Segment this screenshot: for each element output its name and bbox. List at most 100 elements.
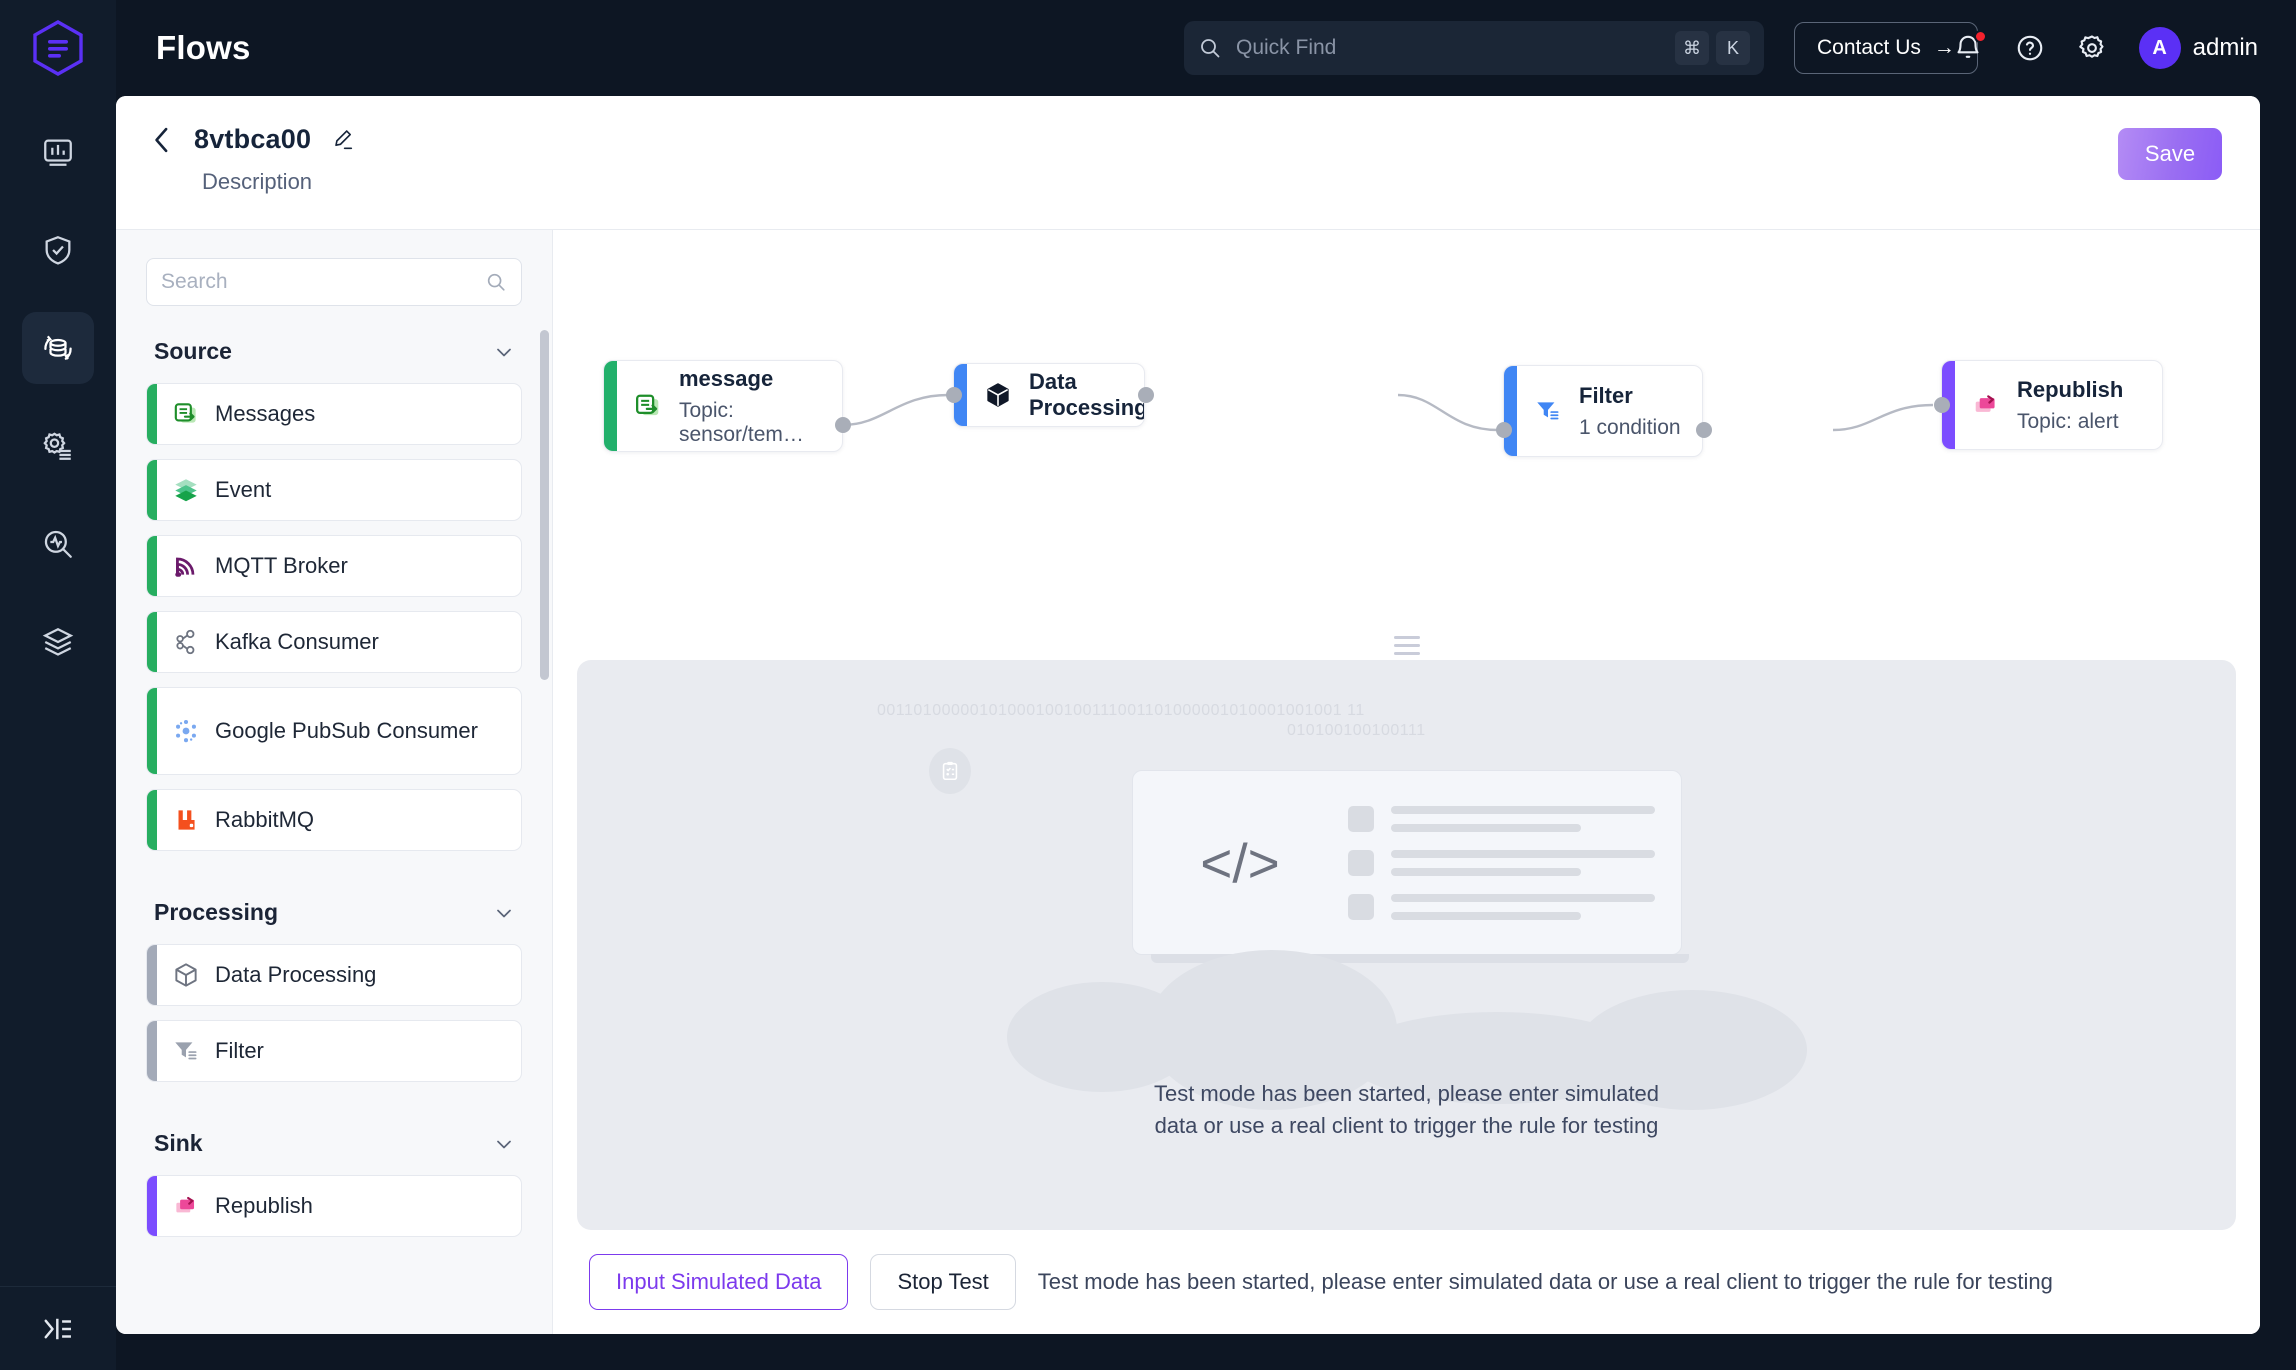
flow-node-data-processing[interactable]: Data Processing bbox=[953, 363, 1145, 427]
node-accent-bar bbox=[604, 361, 617, 451]
quick-find-box[interactable]: ⌘ K bbox=[1184, 21, 1764, 75]
item-accent-bar bbox=[147, 790, 157, 850]
notifications-button[interactable] bbox=[1953, 33, 1983, 63]
flow-node-message[interactable]: message Topic: sensor/tem… bbox=[603, 360, 843, 452]
page-header: 8vtbca00 Description Save bbox=[116, 96, 2260, 229]
user-menu[interactable]: A admin bbox=[2139, 27, 2258, 69]
stop-test-button[interactable]: Stop Test bbox=[870, 1254, 1015, 1310]
input-simulated-data-button[interactable]: Input Simulated Data bbox=[589, 1254, 848, 1310]
palette-item-label: Filter bbox=[215, 1036, 278, 1065]
flow-node-filter[interactable]: Filter 1 condition bbox=[1503, 365, 1703, 457]
test-status-message: Test mode has been started, please enter… bbox=[1038, 1269, 2053, 1295]
node-title: Republish bbox=[2017, 377, 2123, 403]
node-port-out[interactable] bbox=[1696, 422, 1712, 438]
top-bar: Flows ⌘ K Contact Us → bbox=[116, 0, 2296, 96]
test-toolbar: Input Simulated Data Stop Test Test mode… bbox=[553, 1230, 2260, 1334]
shield-check-icon bbox=[41, 233, 75, 267]
filter-blue-icon bbox=[1517, 396, 1579, 426]
palette-item-label: Messages bbox=[215, 399, 329, 428]
section-gap bbox=[146, 1096, 522, 1130]
section-title: Source bbox=[154, 338, 232, 365]
content-card: 8vtbca00 Description Save bbox=[116, 96, 2260, 1334]
save-button[interactable]: Save bbox=[2118, 128, 2222, 180]
rail-item-list bbox=[22, 116, 94, 678]
help-button[interactable] bbox=[2015, 33, 2045, 63]
palette-scrollbar[interactable] bbox=[540, 330, 549, 680]
sidebar-item-flows[interactable] bbox=[22, 312, 94, 384]
edit-name-button[interactable] bbox=[331, 128, 355, 152]
search-icon bbox=[1198, 36, 1222, 60]
node-port-in[interactable] bbox=[946, 387, 962, 403]
search-input[interactable] bbox=[1236, 36, 1668, 60]
sidebar-item-monitor[interactable] bbox=[22, 508, 94, 580]
node-palette: Source bbox=[116, 230, 553, 1334]
code-placeholder-rows bbox=[1348, 806, 1681, 920]
clipboard-bubble bbox=[929, 748, 971, 794]
palette-item-kafka-consumer[interactable]: Kafka Consumer bbox=[146, 611, 522, 673]
flows-data-icon bbox=[40, 330, 76, 366]
flow-canvas[interactable]: message Topic: sensor/tem… bbox=[553, 230, 2260, 630]
canvas-column: message Topic: sensor/tem… bbox=[553, 230, 2260, 1334]
kbd-k: K bbox=[1716, 31, 1750, 65]
sidebar-item-dashboard[interactable] bbox=[22, 116, 94, 188]
palette-item-label: Google PubSub Consumer bbox=[215, 716, 492, 745]
page-title-row: 8vtbca00 bbox=[150, 124, 355, 155]
code-row-square bbox=[1348, 850, 1374, 876]
palette-section-processing-header[interactable]: Processing bbox=[154, 899, 522, 926]
test-output-area: 0011010000010100010010011100110100000101… bbox=[553, 660, 2260, 1230]
sidebar-item-layers[interactable] bbox=[22, 606, 94, 678]
node-text: message Topic: sensor/tem… bbox=[679, 366, 842, 447]
expand-sidebar-button[interactable] bbox=[0, 1286, 116, 1370]
app-title: Flows bbox=[156, 29, 251, 67]
item-accent-bar bbox=[147, 536, 157, 596]
pencil-icon bbox=[331, 128, 355, 152]
question-circle-icon bbox=[2015, 33, 2045, 63]
username-label: admin bbox=[2193, 34, 2258, 62]
node-accent-bar bbox=[1504, 366, 1517, 456]
palette-item-data-processing[interactable]: Data Processing bbox=[146, 944, 522, 1006]
palette-item-label: RabbitMQ bbox=[215, 805, 328, 834]
palette-section-sink-header[interactable]: Sink bbox=[154, 1130, 522, 1157]
back-button[interactable] bbox=[150, 125, 174, 155]
filter-icon bbox=[157, 1036, 215, 1066]
code-row-square bbox=[1348, 806, 1374, 832]
palette-item-event[interactable]: Event bbox=[146, 459, 522, 521]
chevron-down-icon bbox=[494, 903, 514, 923]
node-subtitle: Topic: alert bbox=[2017, 410, 2123, 434]
palette-section-source-header[interactable]: Source bbox=[154, 338, 522, 365]
node-subtitle: Topic: sensor/tem… bbox=[679, 399, 826, 447]
node-text: Data Processing bbox=[1029, 369, 1145, 421]
node-port-in[interactable] bbox=[1496, 422, 1512, 438]
palette-item-filter[interactable]: Filter bbox=[146, 1020, 522, 1082]
palette-item-mqtt-broker[interactable]: MQTT Broker bbox=[146, 535, 522, 597]
item-accent-bar bbox=[147, 460, 157, 520]
palette-item-label: Data Processing bbox=[215, 960, 390, 989]
palette-item-messages[interactable]: Messages bbox=[146, 383, 522, 445]
republish-icon bbox=[157, 1191, 215, 1221]
left-nav-rail bbox=[0, 0, 116, 1370]
sidebar-item-security[interactable] bbox=[22, 214, 94, 286]
palette-search-box[interactable] bbox=[146, 258, 522, 306]
code-row-lines bbox=[1391, 850, 1655, 876]
palette-item-label: MQTT Broker bbox=[215, 551, 362, 580]
palette-item-republish[interactable]: Republish bbox=[146, 1175, 522, 1237]
palette-item-google-pubsub-consumer[interactable]: Google PubSub Consumer bbox=[146, 687, 522, 775]
node-port-out[interactable] bbox=[1138, 387, 1154, 403]
palette-search-input[interactable] bbox=[161, 270, 485, 294]
flow-node-republish[interactable]: Republish Topic: alert bbox=[1941, 360, 2163, 450]
node-port-in[interactable] bbox=[1934, 397, 1950, 413]
sidebar-item-rules[interactable] bbox=[22, 410, 94, 482]
monitor-search-icon bbox=[41, 527, 75, 561]
palette-item-rabbitmq[interactable]: RabbitMQ bbox=[146, 789, 522, 851]
clipboard-check-icon bbox=[939, 760, 961, 782]
contact-us-button[interactable]: Contact Us → bbox=[1794, 22, 1978, 74]
hexagon-menu-logo-icon bbox=[31, 19, 85, 77]
node-port-out[interactable] bbox=[835, 417, 851, 433]
section-title: Sink bbox=[154, 1130, 203, 1157]
settings-button[interactable] bbox=[2077, 33, 2107, 63]
page-description: Description bbox=[202, 169, 355, 195]
canvas-resize-handle[interactable] bbox=[553, 630, 2260, 660]
layers-icon bbox=[41, 625, 75, 659]
brand-logo[interactable] bbox=[0, 0, 116, 96]
chevron-down-icon bbox=[494, 342, 514, 362]
